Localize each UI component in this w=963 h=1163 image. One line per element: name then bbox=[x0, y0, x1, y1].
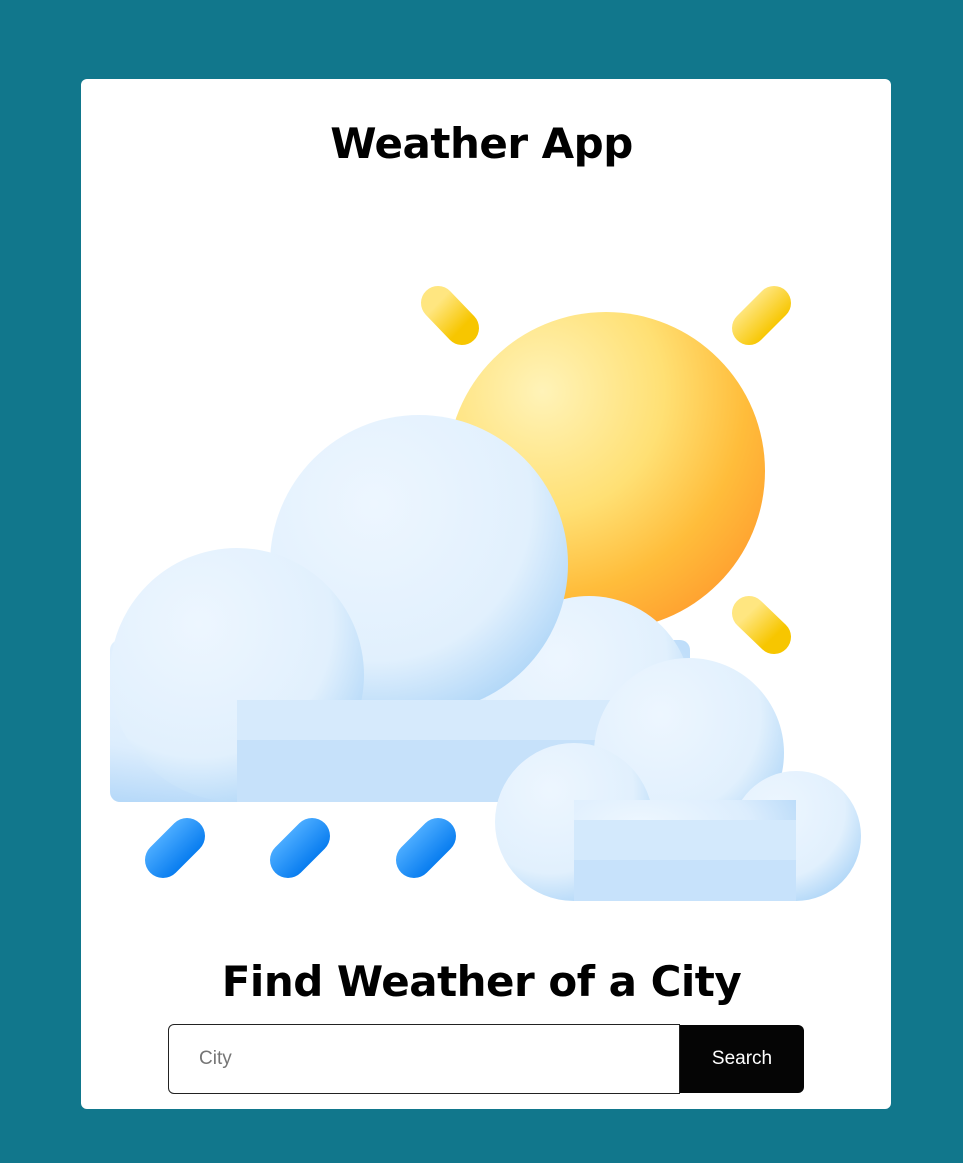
rain-drop bbox=[270, 818, 330, 878]
sun-ray bbox=[732, 286, 791, 345]
search-button[interactable]: Search bbox=[680, 1025, 804, 1093]
rain-drops bbox=[145, 818, 456, 878]
rain-drop bbox=[145, 818, 205, 878]
app-title: Weather App bbox=[330, 119, 633, 168]
city-search-input[interactable] bbox=[168, 1024, 680, 1094]
rain-drop bbox=[396, 818, 456, 878]
search-heading: Find Weather of a City bbox=[221, 957, 742, 1006]
sun-ray bbox=[732, 596, 791, 654]
sun-ray bbox=[421, 286, 479, 345]
